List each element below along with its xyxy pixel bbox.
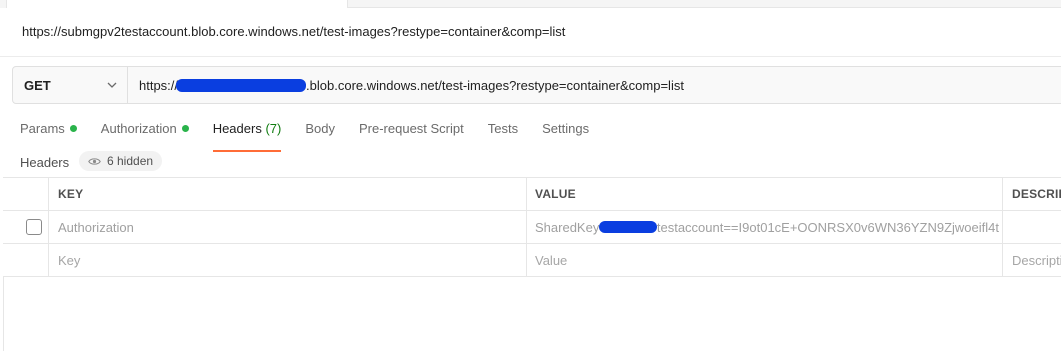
request-title: https://submgpv2testaccount.blob.core.wi… xyxy=(22,24,566,39)
tab-authorization[interactable]: Authorization xyxy=(101,120,189,146)
tab-body-label: Body xyxy=(305,121,335,136)
tab-pre-request-script[interactable]: Pre-request Script xyxy=(359,120,464,146)
tab-tests[interactable]: Tests xyxy=(488,120,518,146)
tab-strip-divider xyxy=(347,7,1061,8)
value-suffix: testaccount==I9ot01cE+OONRSX0v6WN36YZN9Z… xyxy=(656,219,999,235)
method-select[interactable]: GET xyxy=(13,67,128,103)
new-key-input[interactable]: Key xyxy=(58,244,518,276)
tab-settings[interactable]: Settings xyxy=(542,120,589,146)
column-divider xyxy=(48,211,49,243)
row-enable-checkbox[interactable] xyxy=(26,219,42,235)
table-header-row: KEY VALUE DESCRIPTION xyxy=(3,177,1061,211)
url-bar: GET https:// .blob.core.windows.net/test… xyxy=(12,66,1061,104)
panel-border xyxy=(3,277,4,351)
headers-count: (7) xyxy=(265,121,282,136)
tab-params[interactable]: Params xyxy=(20,120,77,146)
hidden-count-label: 6 hidden xyxy=(107,154,154,168)
column-divider xyxy=(48,244,49,276)
header-key-cell[interactable]: Authorization xyxy=(58,211,518,243)
tab-headers[interactable]: Headers (7) xyxy=(212,120,282,152)
url-suffix: .blob.core.windows.net/test-images?resty… xyxy=(306,77,684,93)
url-prefix: https:// xyxy=(139,77,179,93)
column-divider xyxy=(1002,178,1003,210)
hidden-headers-toggle[interactable]: 6 hidden xyxy=(79,151,163,171)
redaction-mark xyxy=(176,78,307,92)
column-divider xyxy=(1002,244,1003,276)
tab-settings-label: Settings xyxy=(542,121,590,136)
tab-params-label: Params xyxy=(20,121,65,136)
divider xyxy=(0,56,1061,57)
new-value-input[interactable]: Value xyxy=(535,244,995,276)
column-divider xyxy=(526,244,527,276)
eye-icon xyxy=(88,157,101,165)
table-row-new: Key Value Description xyxy=(3,244,1061,277)
redaction-mark xyxy=(599,221,657,233)
tab-headers-label: Headers xyxy=(212,121,262,136)
method-label: GET xyxy=(24,77,51,93)
column-divider xyxy=(526,178,527,210)
column-header-description: DESCRIPTION xyxy=(1012,187,1061,201)
table-row: Authorization SharedKey testaccount==I9o… xyxy=(3,211,1061,244)
column-header-key: KEY xyxy=(58,187,84,201)
status-dot xyxy=(181,125,189,132)
column-divider xyxy=(48,178,49,210)
url-input[interactable]: https:// .blob.core.windows.net/test-ima… xyxy=(129,67,1061,103)
tab-tests-label: Tests xyxy=(487,121,519,136)
tab-authorization-label: Authorization xyxy=(100,121,177,136)
column-divider xyxy=(1002,211,1003,243)
tab-body[interactable]: Body xyxy=(305,120,335,146)
status-dot xyxy=(69,125,77,132)
new-description-input[interactable]: Description xyxy=(1012,244,1061,276)
column-divider xyxy=(526,211,527,243)
value-prefix: SharedKey xyxy=(535,219,600,235)
request-tabs: Params Authorization Headers (7) Body Pr… xyxy=(20,120,613,152)
chevron-down-icon xyxy=(107,82,117,88)
column-header-value: VALUE xyxy=(535,187,576,201)
headers-section-label: Headers xyxy=(20,155,70,170)
headers-table: KEY VALUE DESCRIPTION Authorization Shar… xyxy=(3,177,1061,277)
header-description-cell[interactable] xyxy=(1012,211,1061,243)
active-tab-underline xyxy=(212,150,282,152)
request-tab[interactable] xyxy=(6,0,348,8)
header-value-cell[interactable]: SharedKey testaccount==I9ot01cE+OONRSX0v… xyxy=(535,211,999,243)
tab-pre-request-script-label: Pre-request Script xyxy=(358,121,464,136)
